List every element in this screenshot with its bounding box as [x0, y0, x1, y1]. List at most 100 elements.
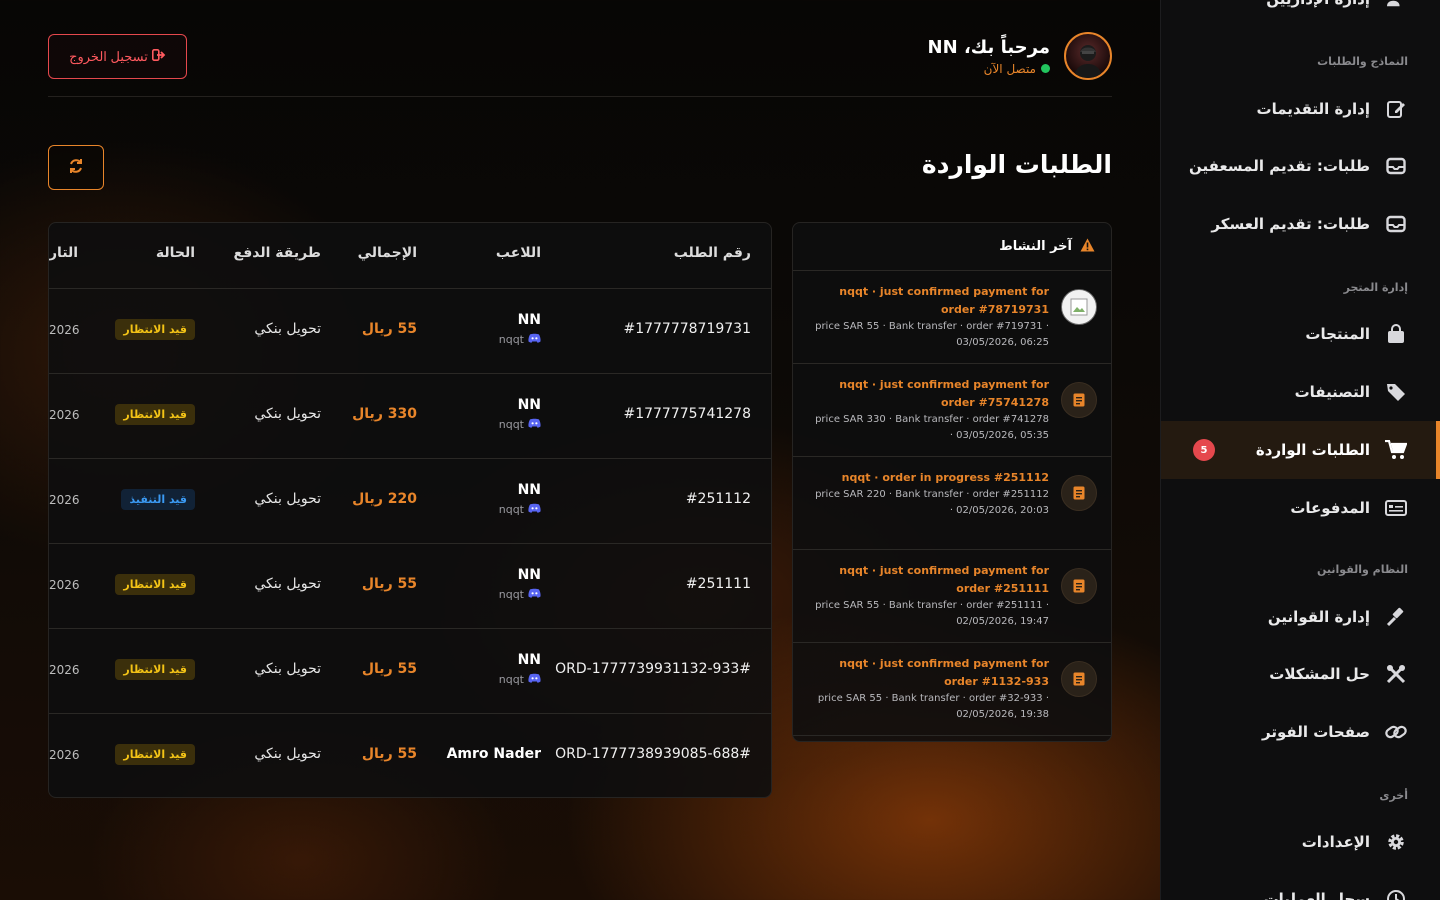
column-header-order[interactable]: رقم الطلب: [674, 245, 751, 261]
sidebar-item-rules[interactable]: إدارة القوانين: [1161, 588, 1440, 646]
activity-text: nqqt · just confirmed payment for order …: [809, 376, 1049, 444]
sidebar-item-footer-pages[interactable]: صفحات الفوتر: [1161, 703, 1440, 761]
sidebar-item-admins[interactable]: إدارة الإداريين: [1161, 0, 1440, 28]
logout-button[interactable]: تسجيل الخروج: [48, 34, 187, 79]
bag-icon: [1384, 322, 1408, 346]
gavel-icon: [1384, 605, 1408, 629]
player-cell: Amro Nader: [447, 746, 541, 762]
sidebar-item-label: المنتجات: [1305, 325, 1370, 343]
welcome-text: مرحباً بك، NN: [927, 36, 1050, 58]
column-header-total[interactable]: الإجمالي: [358, 245, 417, 261]
discord-username: nqqt: [498, 673, 524, 686]
receipt-icon: [1061, 382, 1097, 418]
card-icon: [1384, 496, 1408, 520]
avatar[interactable]: [1064, 32, 1112, 80]
edit-icon: [1384, 97, 1408, 121]
history-icon: [1384, 887, 1408, 900]
player-name: NN: [517, 567, 541, 583]
column-header-status[interactable]: الحالة: [156, 245, 195, 261]
receipt-icon: [1061, 568, 1097, 604]
sidebar-item-label: الطلبات الواردة: [1255, 441, 1370, 459]
tools-icon: [1384, 662, 1408, 686]
discord-icon: [528, 418, 541, 431]
table-row[interactable]: #251111 NN nqqt 55 ريال تحويل بنكي قيد ا…: [49, 544, 771, 629]
sidebar-item-categories[interactable]: التصنيفات: [1161, 363, 1440, 421]
recent-activity-panel: آخر النشاط nqqt · just confirmed payment…: [792, 222, 1112, 742]
activity-item[interactable]: nqqt · just confirmed payment for order …: [793, 271, 1111, 364]
header-divider: [48, 96, 1112, 97]
activity-details: price SAR 220 · Bank transfer · order #2…: [815, 489, 1049, 516]
payment-method: تحويل بنكي: [254, 491, 321, 507]
sidebar-item-history[interactable]: سجل العمليات: [1161, 870, 1440, 900]
order-total: 220 ريال: [352, 491, 417, 507]
activity-item[interactable]: nqqt · just confirmed payment for order …: [793, 550, 1111, 643]
column-header-player[interactable]: اللاعب: [496, 245, 541, 261]
activity-item[interactable]: nqqt · just confirmed payment for order …: [793, 643, 1111, 736]
activity-item[interactable]: nqqt · just confirmed payment for order …: [793, 364, 1111, 457]
order-number: #251112: [685, 491, 751, 507]
activity-headline: nqqt · just confirmed payment for order …: [839, 378, 1049, 409]
orders-table: رقم الطلب اللاعب الإجمالي طريقة الدفع ال…: [48, 222, 772, 798]
sidebar-item-troubleshooting[interactable]: حل المشكلات: [1161, 645, 1440, 703]
order-date: 2026: [49, 748, 80, 762]
receipt-icon: [1061, 475, 1097, 511]
sidebar-item-label: سجل العمليات: [1263, 890, 1370, 900]
table-header: رقم الطلب اللاعب الإجمالي طريقة الدفع ال…: [49, 223, 771, 289]
activity-item[interactable]: nqqt · order in progress #251112 price S…: [793, 457, 1111, 550]
sidebar-item-medic-requests[interactable]: طلبات: تقديم المسعفين: [1161, 137, 1440, 195]
order-total: 55 ريال: [361, 661, 417, 677]
inbox-icon: [1384, 154, 1408, 178]
activity-text: nqqt · just confirmed payment for order …: [809, 283, 1049, 351]
inbox-icon: [1384, 212, 1408, 236]
player-discord: nqqt: [499, 503, 541, 516]
status-badge: قيد الانتظار: [115, 659, 195, 680]
activity-text: nqqt · order in progress #251112 price S…: [809, 469, 1049, 519]
activity-details: price SAR 330 · Bank transfer · order #7…: [815, 414, 1049, 441]
order-total: 330 ريال: [352, 406, 417, 422]
activity-headline: nqqt · just confirmed payment for order …: [839, 564, 1049, 595]
order-total: 55 ريال: [361, 321, 417, 337]
payment-method: تحويل بنكي: [254, 406, 321, 422]
sidebar-item-settings[interactable]: الإعدادات: [1161, 813, 1440, 871]
player-name: NN: [517, 652, 541, 668]
table-row[interactable]: ORD-1777738939085-688# Amro Nader 55 ريا…: [49, 714, 771, 797]
online-status-label: متصل الآن: [983, 61, 1036, 76]
sidebar-section-forms: النماذج والطلبات: [1317, 55, 1408, 68]
order-date: 2026: [49, 663, 80, 677]
sidebar-item-incoming-orders[interactable]: الطلبات الواردة 5: [1161, 421, 1440, 479]
payment-method: تحويل بنكي: [254, 746, 321, 762]
refresh-icon: [68, 158, 84, 177]
sidebar-item-military-requests[interactable]: طلبات: تقديم العسكر: [1161, 195, 1440, 253]
column-header-date[interactable]: التار: [49, 245, 78, 261]
table-row[interactable]: #251112 NN nqqt 220 ريال تحويل بنكي قيد …: [49, 459, 771, 544]
order-number: #1777775741278: [623, 406, 751, 422]
sidebar-item-label: إدارة التقديمات: [1256, 100, 1370, 118]
order-total: 55 ريال: [361, 576, 417, 592]
order-date: 2026: [49, 323, 80, 337]
discord-icon: [528, 673, 541, 686]
player-name: Amro Nader: [446, 746, 541, 762]
sidebar-item-products[interactable]: المنتجات: [1161, 305, 1440, 363]
sidebar-item-label: طلبات: تقديم العسكر: [1211, 215, 1370, 233]
player-cell: NN nqqt: [499, 567, 541, 601]
sidebar-item-label: طلبات: تقديم المسعفين: [1189, 157, 1370, 175]
table-row[interactable]: #1777775741278 NN nqqt 330 ريال تحويل بن…: [49, 374, 771, 459]
table-row[interactable]: #1777778719731 NN nqqt 55 ريال تحويل بنك…: [49, 289, 771, 374]
status-badge: قيد التنفيذ: [121, 489, 195, 510]
sidebar-item-submissions[interactable]: إدارة التقديمات: [1161, 80, 1440, 138]
refresh-button[interactable]: [48, 145, 104, 190]
activity-header: آخر النشاط: [793, 223, 1111, 271]
sidebar-item-payments[interactable]: المدفوعات: [1161, 479, 1440, 537]
order-number: ORD-1777739931132-933#: [555, 661, 751, 677]
sign-out-icon: [151, 49, 166, 64]
sidebar-section-store: إدارة المتجر: [1343, 281, 1408, 294]
activity-text: nqqt · just confirmed payment for order …: [809, 655, 1049, 723]
column-header-payment[interactable]: طريقة الدفع: [234, 245, 321, 261]
order-date: 2026: [49, 408, 80, 422]
activity-headline: nqqt · order in progress #251112: [841, 471, 1049, 484]
activity-details: price SAR 55 · Bank transfer · order #25…: [815, 600, 1049, 627]
player-discord: nqqt: [499, 333, 541, 346]
cart-icon: [1384, 438, 1408, 462]
player-cell: NN nqqt: [499, 482, 541, 516]
table-row[interactable]: ORD-1777739931132-933# NN nqqt 55 ريال ت…: [49, 629, 771, 714]
